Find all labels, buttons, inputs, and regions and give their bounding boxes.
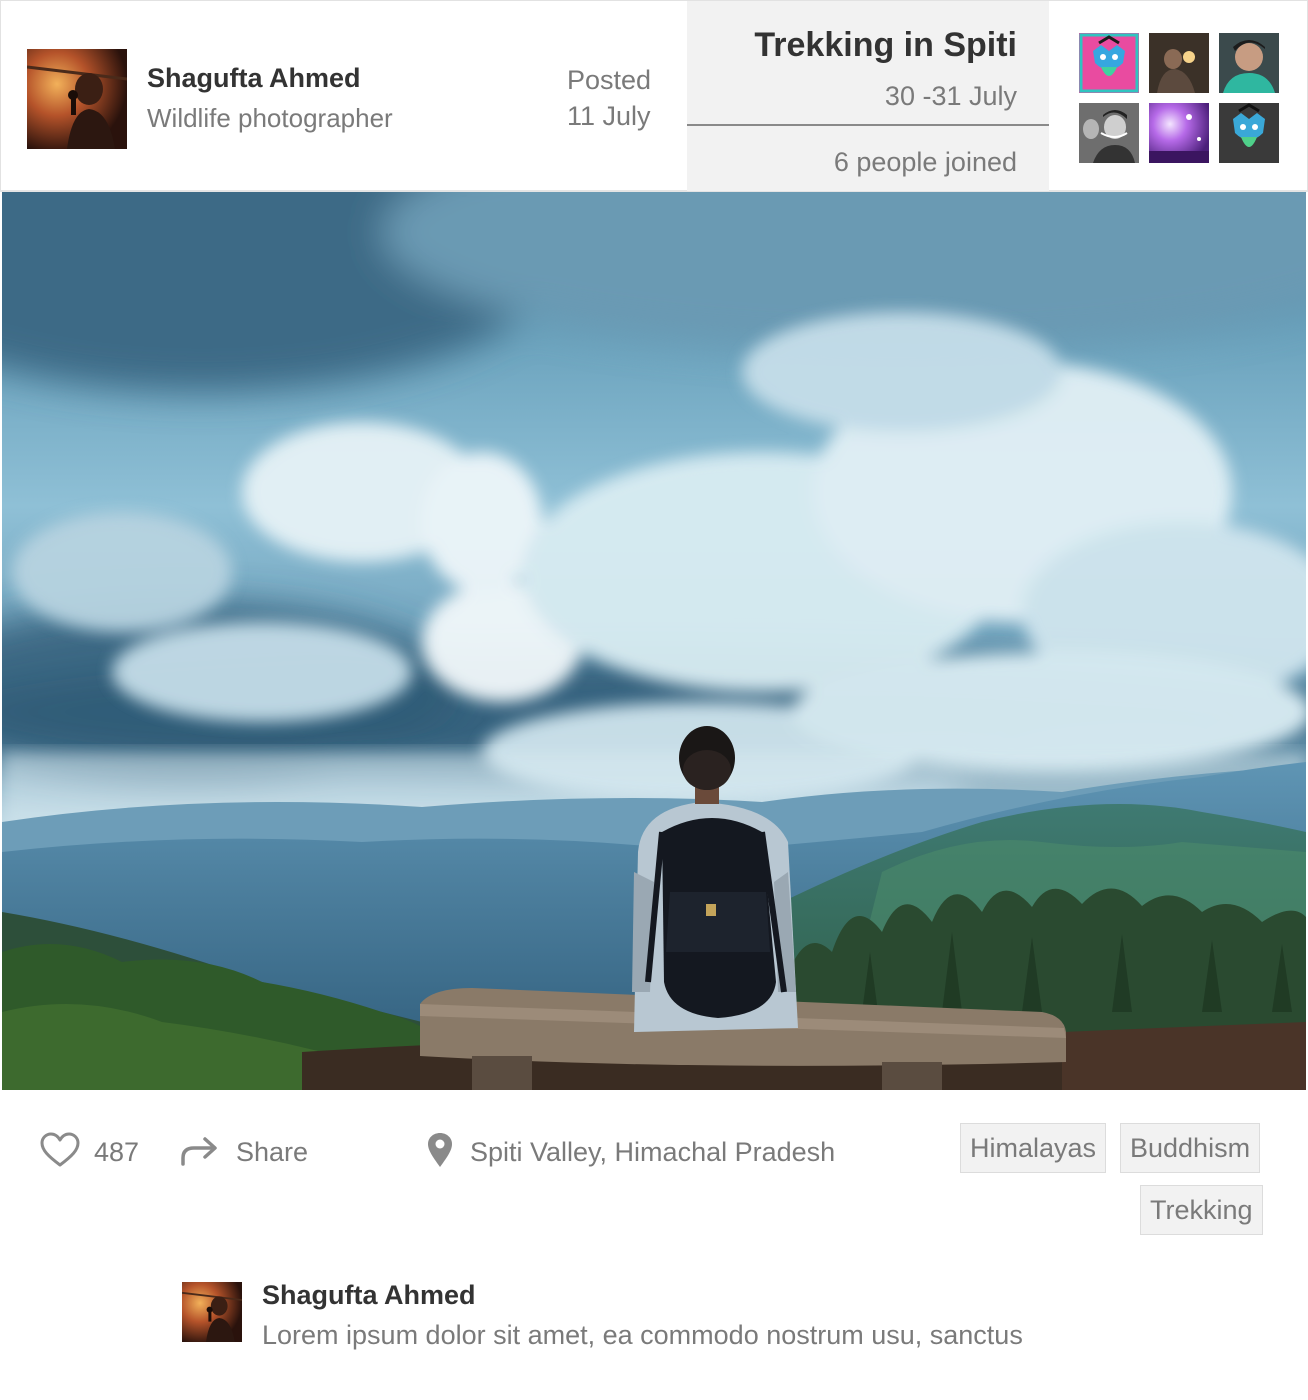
event-divider (687, 124, 1049, 126)
participant-avatar-4[interactable] (1079, 103, 1139, 163)
post-header: Shagufta Ahmed Wildlife photographer Pos… (0, 0, 1308, 192)
participant-avatar-3[interactable] (1219, 33, 1279, 93)
location-text: Spiti Valley, Himachal Pradesh (470, 1136, 836, 1167)
author-name[interactable]: Shagufta Ahmed (147, 63, 361, 94)
event-title[interactable]: Trekking in Spiti (754, 26, 1017, 65)
map-pin-icon (426, 1132, 454, 1173)
event-joined-count[interactable]: 6 people joined (834, 147, 1017, 178)
comment: Shagufta Ahmed Lorem ipsum dolor sit ame… (182, 1280, 1182, 1360)
like-count: 487 (94, 1136, 140, 1167)
event-dates: 30 -31 July (884, 81, 1017, 111)
comment-text: Lorem ipsum dolor sit amet, ea commodo n… (262, 1320, 1023, 1350)
participant-avatar-6[interactable] (1219, 103, 1279, 163)
share-label: Share (236, 1136, 309, 1167)
like-button[interactable]: 487 (40, 1132, 139, 1172)
comment-author-name[interactable]: Shagufta Ahmed (262, 1280, 476, 1311)
author-role: Wildlife photographer (147, 103, 393, 133)
comment-author-avatar[interactable] (182, 1282, 242, 1342)
post-actions: 487 Share Spiti Valley, Himachal Pradesh… (0, 1090, 1308, 1250)
hero-photo[interactable] (2, 192, 1306, 1090)
share-button[interactable]: Share (180, 1132, 308, 1172)
tag-trekking[interactable]: Trekking (1140, 1185, 1263, 1235)
posted-date: 11 July (567, 101, 651, 131)
participant-avatar-5[interactable] (1149, 103, 1209, 163)
heart-outline-icon (40, 1132, 80, 1173)
share-arrow-icon (180, 1134, 220, 1171)
posted-label: Posted (567, 65, 652, 95)
event-panel[interactable]: Trekking in Spiti 30 -31 July 6 people j… (687, 1, 1049, 191)
author-avatar[interactable] (27, 49, 127, 149)
tag-buddhism[interactable]: Buddhism (1120, 1123, 1261, 1173)
participant-avatars (1079, 33, 1279, 163)
participant-avatar-2[interactable] (1149, 33, 1209, 93)
participant-avatar-1[interactable] (1079, 33, 1139, 93)
tag-himalayas[interactable]: Himalayas (960, 1123, 1107, 1173)
post-location[interactable]: Spiti Valley, Himachal Pradesh (426, 1132, 835, 1172)
